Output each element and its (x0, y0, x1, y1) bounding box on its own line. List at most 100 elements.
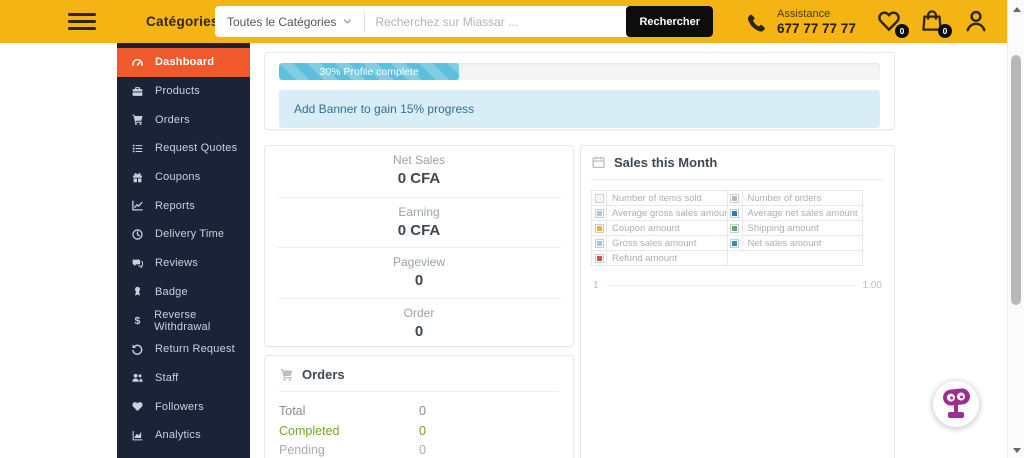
products-icon (130, 85, 145, 98)
sidebar-item-products[interactable]: Products (117, 77, 250, 106)
sidebar-item-reports[interactable]: Reports (117, 191, 250, 220)
sidebar-item-label: Reports (155, 200, 195, 212)
hamburger-menu-icon[interactable] (68, 13, 96, 30)
add-banner-alert-text: Add Banner to gain 15% progress (294, 102, 474, 116)
undo-icon (130, 343, 145, 356)
sales-month-header: Sales this Month (591, 155, 884, 180)
stats-card: Net Sales 0 CFA Earning 0 CFA Pageview 0… (264, 145, 574, 347)
cart-button[interactable]: 0 (919, 8, 947, 36)
stat-net-sales: Net Sales 0 CFA (265, 146, 573, 197)
sidebar-item-reviews[interactable]: Reviews (117, 249, 250, 278)
profile-progress-fill: 30% Profile complete (279, 63, 459, 80)
sidebar-item-label: Request Quotes (155, 142, 237, 154)
account-button[interactable] (963, 8, 991, 36)
legend-item: Number of orders (728, 191, 863, 205)
legend-swatch-box (728, 221, 743, 235)
sidebar-item-label: Products (155, 85, 200, 97)
wishlist-button[interactable]: 0 (876, 8, 904, 36)
legend-item: Number of items sold (592, 191, 727, 205)
sidebar-item-label: Staff (155, 372, 178, 384)
comments-icon (130, 257, 145, 270)
category-dropdown[interactable]: Toutes le Catégories (215, 6, 364, 37)
sidebar-item-label: Delivery Time (155, 228, 224, 240)
vendor-sidebar: Dashboard Products Orders Request Quotes… (117, 43, 250, 458)
add-banner-alert[interactable]: Add Banner to gain 15% progress (279, 90, 880, 128)
sidebar-item-badge[interactable]: Badge (117, 278, 250, 307)
legend-item: Refund amount (592, 251, 727, 265)
chevron-down-icon (343, 17, 352, 26)
scrollbar-up-arrow-icon[interactable] (1013, 7, 1021, 12)
legend-swatch-box (728, 191, 743, 205)
cart-icon (279, 367, 294, 382)
order-row-total: Total 0 (279, 404, 559, 419)
sidebar-item-staff[interactable]: Staff (117, 364, 250, 393)
legend-swatch (730, 209, 739, 218)
stat-value: 0 (277, 272, 561, 289)
order-row-label[interactable]: Completed (279, 424, 419, 439)
legend-swatch (595, 209, 604, 218)
sidebar-item-analytics[interactable]: Analytics (117, 421, 250, 450)
stat-order: Order 0 (277, 298, 561, 349)
sidebar-item-label: Followers (155, 401, 204, 413)
legend-item: Gross sales amount (592, 236, 727, 250)
categories-menu-label[interactable]: Catégories (146, 14, 219, 29)
sidebar-item-request-quotes[interactable]: Request Quotes (117, 134, 250, 163)
search-input[interactable] (365, 6, 626, 37)
profile-progress-label: 30% Profile complete (320, 66, 419, 78)
chat-widget-button[interactable] (933, 381, 979, 427)
order-row-value: 0 (419, 443, 559, 458)
stat-label: Order (277, 306, 561, 320)
chart-legend: Number of items sold Number of orders Av… (591, 190, 863, 266)
svg-text:$: $ (134, 315, 140, 327)
orders-header: Orders (279, 367, 559, 392)
order-row-label[interactable]: Pending (279, 443, 419, 458)
category-dropdown-value: Toutes le Catégories (227, 15, 336, 29)
legend-item: Coupon amount (592, 221, 727, 235)
legend-swatch (595, 254, 604, 263)
legend-swatch-box (728, 206, 743, 220)
sidebar-item-reverse-withdrawal[interactable]: $ Reverse Withdrawal (117, 306, 250, 335)
legend-item: Net sales amount (728, 236, 863, 250)
sidebar-item-dashboard[interactable]: Dashboard (117, 48, 250, 77)
sidebar-item-coupons[interactable]: Coupons (117, 163, 250, 192)
legend-swatch-box (592, 206, 607, 220)
top-header: Catégories Toutes le Catégories Recherch… (0, 0, 1007, 43)
stat-pageview: Pageview 0 (277, 247, 561, 298)
heart-icon (130, 400, 145, 413)
search-button[interactable]: Rechercher (626, 6, 713, 37)
dashboard-icon (130, 56, 145, 69)
sidebar-item-orders[interactable]: Orders (117, 105, 250, 134)
sidebar-item-label: Badge (155, 286, 188, 298)
stat-label: Earning (277, 205, 561, 219)
orders-title: Orders (302, 367, 345, 382)
legend-swatch-box (592, 191, 607, 205)
scrollbar-down-arrow-icon[interactable] (1013, 448, 1021, 453)
list-icon (130, 142, 145, 155)
order-row-value: 0 (419, 404, 559, 419)
sidebar-item-cutoff[interactable] (117, 450, 250, 458)
sidebar-item-label: Analytics (155, 429, 201, 441)
dollar-icon: $ (130, 314, 144, 327)
users-icon (130, 371, 145, 384)
order-row-label[interactable]: Total (279, 404, 419, 419)
line-chart-icon (130, 199, 145, 212)
sidebar-item-label: Reviews (155, 257, 198, 269)
legend-swatch (595, 194, 604, 203)
sidebar-item-followers[interactable]: Followers (117, 392, 250, 421)
sidebar-item-delivery-time[interactable]: Delivery Time (117, 220, 250, 249)
phone-icon (745, 12, 767, 34)
clock-icon (130, 228, 145, 241)
assistance-label: Assistance (777, 8, 856, 21)
legend-swatch-box (728, 236, 743, 250)
axis-right-label: 1.00 (863, 280, 882, 291)
sidebar-item-label: Coupons (155, 171, 200, 183)
scrollbar-thumb[interactable] (1011, 55, 1021, 305)
search-bar: Toutes le Catégories Rechercher (215, 6, 713, 37)
stat-value: 0 CFA (265, 170, 573, 187)
calendar-icon (591, 155, 606, 170)
page-scrollbar[interactable] (1007, 0, 1024, 458)
sidebar-item-label: Dashboard (155, 56, 214, 68)
sidebar-item-return-request[interactable]: Return Request (117, 335, 250, 364)
assistance-block: Assistance 677 77 77 77 (745, 8, 856, 37)
stat-earning: Earning 0 CFA (277, 197, 561, 248)
